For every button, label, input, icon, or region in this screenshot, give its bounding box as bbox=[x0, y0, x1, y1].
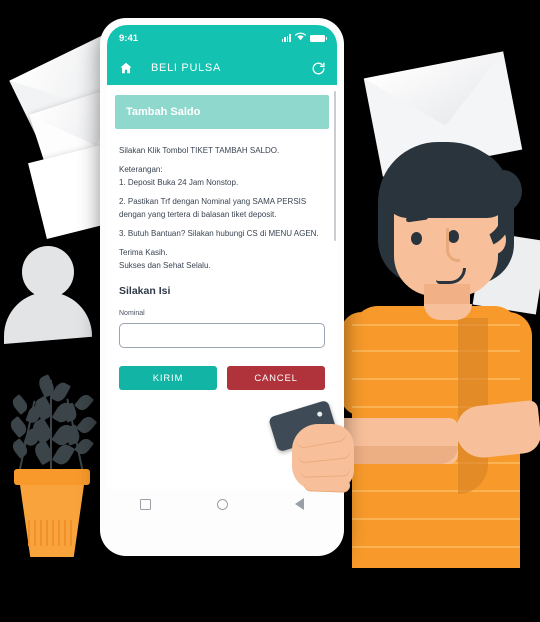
nose bbox=[446, 228, 460, 262]
app-bar-title: BELI PULSA bbox=[151, 62, 221, 74]
avatar-silhouette-head bbox=[22, 246, 74, 298]
square-recents-icon[interactable] bbox=[140, 498, 152, 510]
instructions-text: Silakan Klik Tombol TIKET TAMBAH SALDO. … bbox=[107, 129, 337, 283]
eye-left bbox=[411, 232, 422, 245]
scrollbar[interactable] bbox=[333, 91, 336, 241]
keterangan-label: Keterangan: bbox=[119, 165, 163, 175]
form-heading: Silakan Isi bbox=[119, 285, 171, 298]
tambah-saldo-banner: Tambah Saldo bbox=[115, 95, 329, 129]
instruction-item-1: 1. Deposit Buka 24 Jam Nonstop. bbox=[119, 177, 239, 187]
banner-label: Tambah Saldo bbox=[126, 106, 201, 118]
avatar-silhouette-body bbox=[4, 292, 92, 344]
finger-3 bbox=[299, 461, 351, 478]
triangle-back-icon[interactable] bbox=[294, 498, 304, 510]
status-bar-icons bbox=[281, 32, 327, 44]
instruction-intro: Silakan Klik Tombol TIKET TAMBAH SALDO. bbox=[119, 146, 280, 155]
plant-pot-rim bbox=[14, 469, 90, 485]
nominal-label: Nominal bbox=[119, 310, 145, 318]
refresh-icon[interactable] bbox=[310, 60, 326, 76]
signal-bars-icon bbox=[281, 34, 291, 42]
submit-button[interactable]: KIRIM bbox=[119, 366, 217, 391]
home-icon[interactable] bbox=[118, 60, 134, 76]
form-buttons: KIRIM CANCEL bbox=[119, 366, 325, 391]
thanks-line-1: Terima Kasih. bbox=[119, 248, 168, 258]
nominal-input[interactable] bbox=[119, 323, 325, 349]
instruction-item-2: 2. Pastikan Trf dengan Nominal yang SAMA… bbox=[119, 197, 307, 219]
deposit-form: Silakan Isi Nominal KIRIM CANCEL bbox=[107, 283, 337, 391]
wifi-icon bbox=[295, 32, 306, 44]
arm-shadow bbox=[336, 446, 458, 464]
battery-icon bbox=[310, 34, 327, 42]
android-nav-bar bbox=[107, 489, 337, 519]
status-bar-time: 9:41 bbox=[119, 32, 139, 44]
finger-4 bbox=[303, 477, 351, 493]
plant-pot-lines bbox=[28, 520, 76, 550]
app-bar: BELI PULSA bbox=[107, 51, 337, 85]
arm-right bbox=[453, 399, 540, 461]
circle-home-icon[interactable] bbox=[217, 498, 229, 510]
scene-root: 9:41 BELI PULSA Tambah Saldo Silakan Kli… bbox=[0, 0, 540, 622]
cancel-button[interactable]: CANCEL bbox=[227, 366, 325, 391]
status-bar: 9:41 bbox=[107, 25, 337, 51]
instruction-item-3: 3. Butuh Bantuan? Silakan hubungi CS di … bbox=[119, 228, 319, 238]
thanks-line-2: Sukses dan Sehat Selalu. bbox=[119, 260, 211, 270]
